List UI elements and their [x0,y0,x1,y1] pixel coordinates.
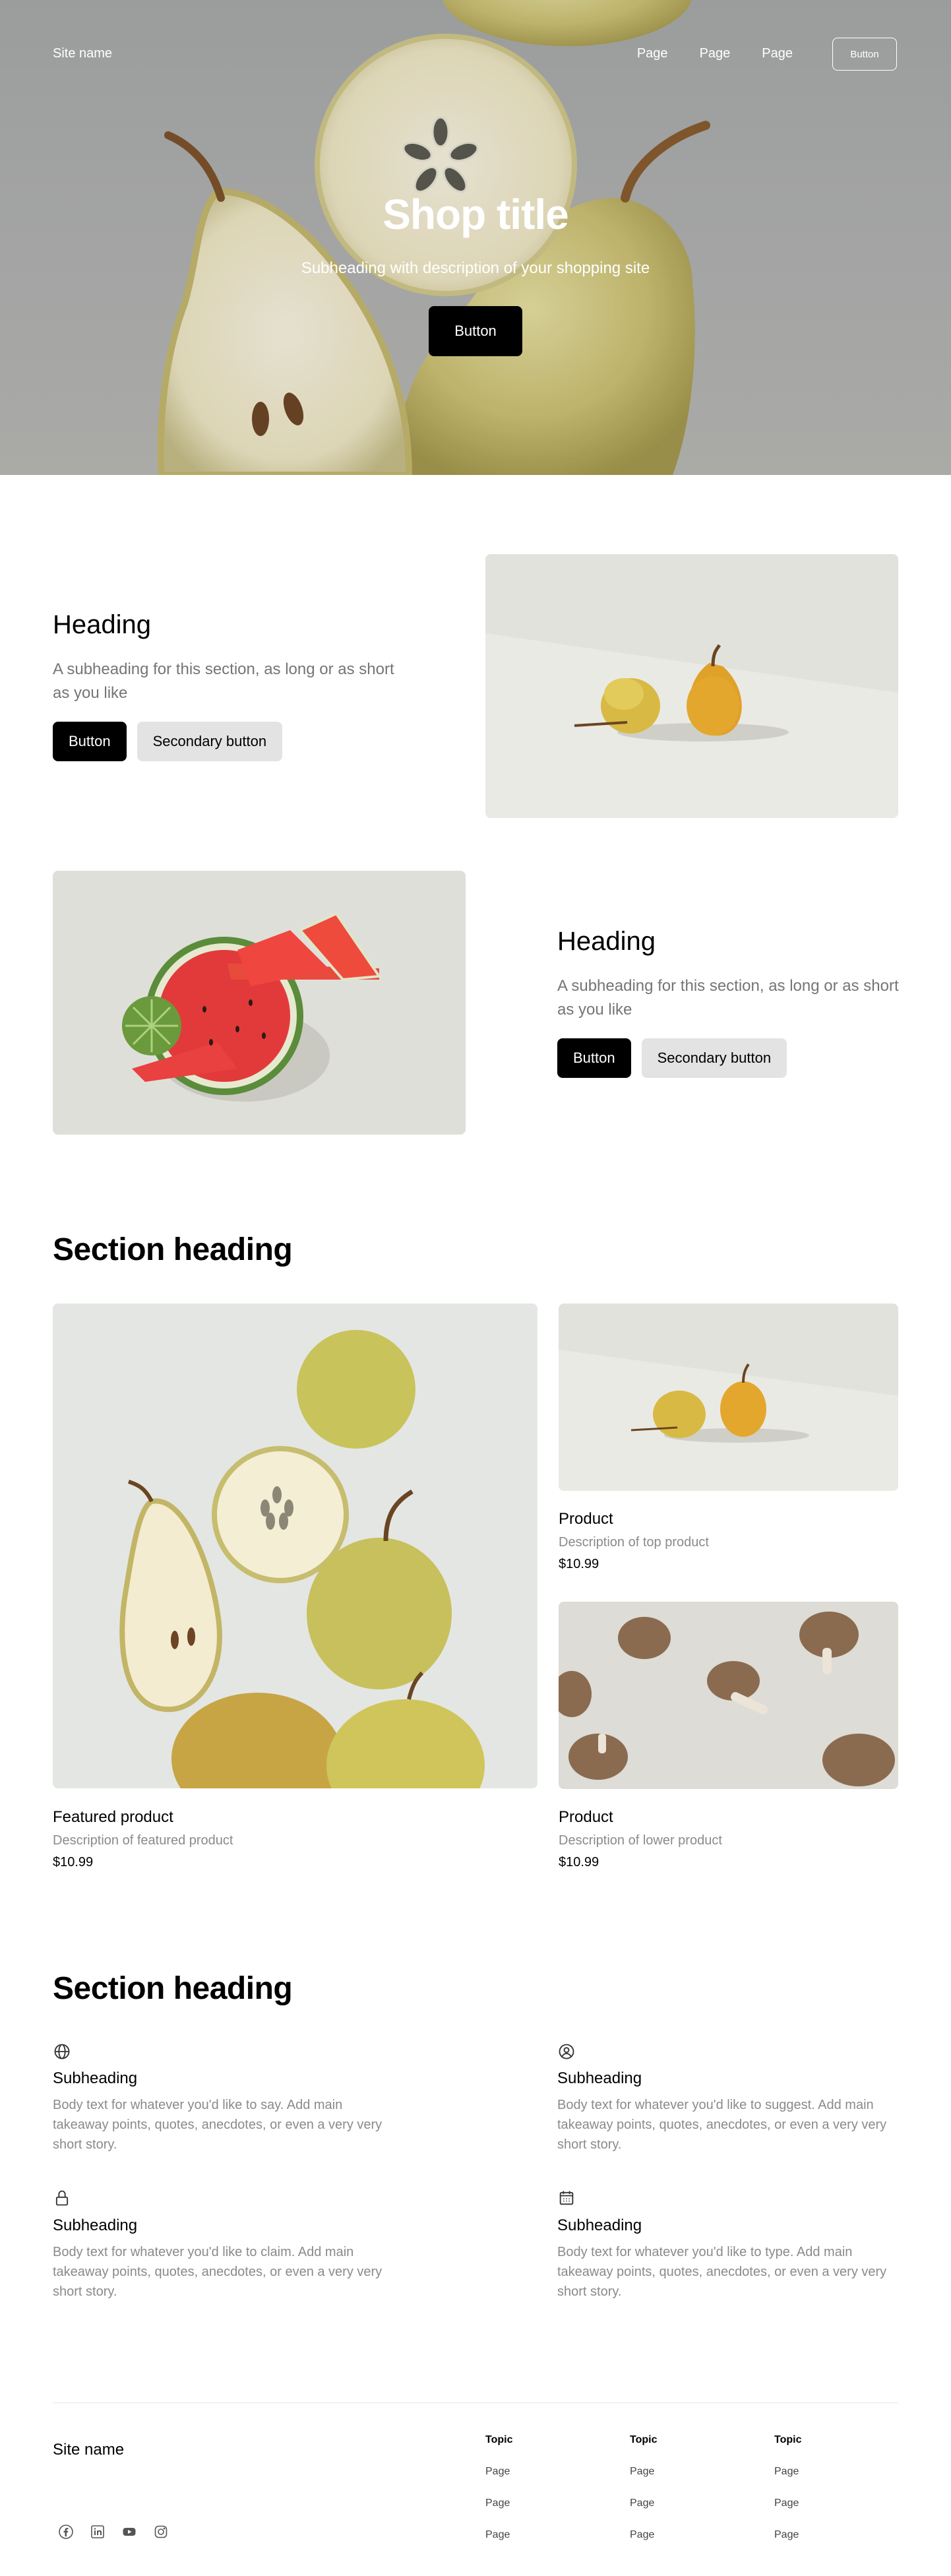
feature-2-title: Subheading [557,2069,642,2087]
featured-product-title[interactable]: Featured product [53,1808,173,1827]
footer-link[interactable]: Page [485,2466,512,2497]
lower-product-title[interactable]: Product [559,1808,613,1827]
feature-3-title: Subheading [53,2216,138,2234]
section-a-subheading: A subheading for this section, as long o… [53,660,394,702]
footer-column-1: Topic Page Page Page [485,2434,512,2561]
facebook-icon[interactable] [58,2524,74,2540]
hero-subtitle: Subheading with description of your shop… [301,259,650,277]
youtube-icon[interactable] [121,2524,137,2540]
products-heading: Section heading [53,1232,293,1267]
footer-link[interactable]: Page [485,2529,512,2561]
footer-topic: Topic [774,2434,802,2445]
top-product-description: Description of top product [559,1535,709,1550]
section-b-secondary-button[interactable]: Secondary button [641,1038,787,1078]
footer-column-3: Topic Page Page Page [774,2434,801,2561]
nav-link-page-2[interactable]: Page [700,46,731,61]
section-b-primary-button[interactable]: Button [557,1038,631,1078]
lock-icon [55,2190,69,2206]
top-product-image[interactable] [559,1304,898,1491]
footer-column-2: Topic Page Page Page [630,2434,657,2561]
footer-topic: Topic [485,2434,513,2445]
top-product-title[interactable]: Product [559,1510,613,1528]
feature-4-title: Subheading [557,2216,642,2234]
lower-product-description: Description of lower product [559,1833,722,1848]
section-b-subheading: A subheading for this section, as long o… [557,977,899,1019]
section-a-primary-button[interactable]: Button [53,722,127,761]
feature-2-body: Body text for whatever you'd like to sug… [557,2098,887,2152]
linkedin-icon[interactable] [90,2524,106,2540]
nav-button[interactable]: Button [832,38,897,71]
section-a-secondary-button[interactable]: Secondary button [137,722,283,761]
footer-link[interactable]: Page [630,2497,657,2529]
footer-topic: Topic [630,2434,658,2445]
hero-title: Shop title [383,191,569,238]
hero-button[interactable]: Button [429,306,522,356]
footer-link[interactable]: Page [774,2497,801,2529]
section-a-pears-image [485,554,898,818]
section-b-heading: Heading [557,927,656,956]
nav-link-page-3[interactable]: Page [762,46,793,61]
section-a-buttons: Button Secondary button [53,722,283,761]
top-product-price: $10.99 [559,1557,599,1571]
calendar-icon [559,2191,574,2205]
footer-link[interactable]: Page [774,2529,801,2561]
feature-4-body: Body text for whatever you'd like to typ… [557,2245,887,2299]
instagram-icon[interactable] [153,2524,169,2540]
footer-link[interactable]: Page [630,2529,657,2561]
feature-3-body: Body text for whatever you'd like to cla… [53,2245,383,2299]
footer-link[interactable]: Page [774,2466,801,2497]
lower-product-image[interactable] [559,1602,898,1789]
section-b-watermelon-image [53,871,466,1135]
features-heading: Section heading [53,1971,293,2006]
section-a-heading: Heading [53,610,152,639]
feature-1-title: Subheading [53,2069,138,2087]
nav-link-page-1[interactable]: Page [637,46,668,61]
footer-link[interactable]: Page [630,2466,657,2497]
nav-links: Page Page Page [637,46,793,61]
hero-section: Site name Page Page Page Button Shop tit… [0,0,951,475]
feature-1-body: Body text for whatever you'd like to say… [53,2098,383,2152]
featured-product-price: $10.99 [53,1855,94,1869]
section-b-buttons: Button Secondary button [557,1038,787,1078]
featured-product-image[interactable] [53,1304,537,1788]
nav-site-name[interactable]: Site name [53,46,112,61]
footer-site-name[interactable]: Site name [53,2441,124,2459]
user-circle-icon [559,2044,574,2059]
footer-link[interactable]: Page [485,2497,512,2529]
lower-product-price: $10.99 [559,1855,599,1869]
featured-product-description: Description of featured product [53,1833,233,1848]
globe-icon [54,2044,70,2059]
